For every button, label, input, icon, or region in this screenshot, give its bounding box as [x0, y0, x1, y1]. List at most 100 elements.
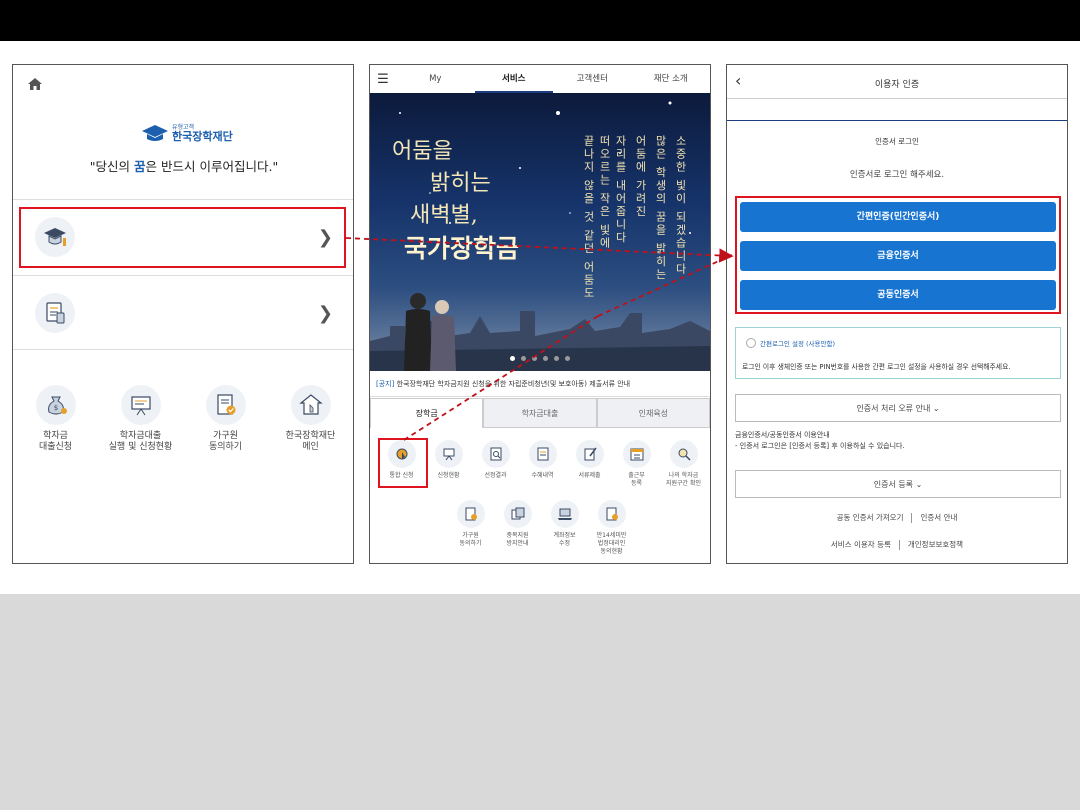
slogan-post: 은 반드시 이루어집니다." — [145, 159, 279, 174]
service-attendance[interactable]: 출근부 등록 — [613, 440, 660, 488]
import-cert-link[interactable]: 공동 인증서 가져오기 — [837, 513, 904, 522]
sub-tabs: 장학금 학자금대출 인재육성 — [370, 398, 710, 428]
service-icon-grid-row2: 가구원 동의하기 중복지원 방지안내 계좌정보 수정 만14세미만 법정대리인 … — [447, 500, 635, 556]
check-circle-icon[interactable] — [746, 338, 756, 348]
service-duplicate-guide[interactable]: 중복지원 방지안내 — [494, 500, 541, 556]
banner-vertical-text: 어둠에 가려진 — [634, 135, 647, 219]
divider — [13, 349, 353, 350]
auth-header: ‹ 이용자 인증 — [727, 65, 1067, 99]
quick-item-loan-apply[interactable]: $ 학자금 대출신청 — [13, 385, 98, 453]
calendar-icon — [622, 440, 651, 468]
service-status[interactable]: 신청현황 — [425, 440, 472, 488]
cert-register-label: 인증서 등록 — [873, 480, 914, 489]
links-row-1: 공동 인증서 가져오기 인증서 안내 — [727, 512, 1067, 523]
service-user-register-link[interactable]: 서비스 이용자 등록 — [831, 540, 891, 549]
chevron-right-icon: ❯ — [317, 303, 333, 324]
service-label: 중복지원 방지안내 — [506, 532, 529, 547]
cert-guide-link[interactable]: 인증서 안내 — [920, 513, 957, 522]
links-row-2: 서비스 이용자 등록 개인정보보호정책 — [727, 539, 1067, 550]
slogan-highlight: 꿈 — [134, 159, 146, 174]
slogan-pre: "당신의 — [89, 159, 135, 174]
tab-my[interactable]: My — [396, 65, 475, 93]
document-check-icon — [456, 500, 485, 528]
service-label: 수혜내역 — [531, 472, 554, 479]
simple-login-setting[interactable]: 간편로그인 설정 (사용안함) 로그인 이후 생체인증 또는 PIN번호를 사용… — [735, 327, 1061, 379]
chevron-down-icon: ⌄ — [932, 404, 940, 413]
banner-vertical-text: 소중한 빛이 되겠습니다 — [674, 135, 687, 276]
quick-label: 학자금대출 실행 및 신청현황 — [108, 431, 173, 452]
subtab-scholarship[interactable]: 장학금 — [370, 398, 484, 428]
cert-info-title: 금융인증서/공동인증서 이용안내 — [735, 431, 830, 439]
banner-line: 밝히는 — [430, 171, 491, 196]
presentation-board-icon — [434, 440, 463, 468]
service-documents[interactable]: 서류제출 — [566, 440, 613, 488]
loan-menu-row[interactable]: ❯ — [13, 279, 353, 349]
promo-banner[interactable]: 어둠을 밝히는 새벽별, 국가장학금 소중한 빛이 되겠습니다 많은 학생의 꿈… — [370, 93, 710, 371]
search-document-icon — [481, 440, 510, 468]
hamburger-menu-icon[interactable]: ☰ — [370, 72, 396, 87]
copy-documents-icon — [503, 500, 532, 528]
slogan: "당신의 꿈은 반드시 이루어집니다." — [13, 156, 353, 175]
notice-text: 한국장학재단 학자금지원 신청을 위한 자립준비청년(및 보호아동) 제출서류 … — [394, 380, 631, 388]
quick-item-household-consent[interactable]: 가구원 동의하기 — [183, 385, 268, 453]
service-household-consent[interactable]: 가구원 동의하기 — [447, 500, 494, 556]
subtab-loan[interactable]: 학자금대출 — [483, 398, 597, 428]
service-label: 출근부 등록 — [628, 472, 645, 487]
banner-vertical-text: 떠오르는 작은 빛에 — [598, 135, 611, 250]
document-list-icon — [528, 440, 557, 468]
service-my-bracket[interactable]: 나의 학자금 지원구간 확인 — [660, 440, 707, 488]
header-underline — [727, 99, 1067, 121]
notice-bar[interactable]: [공지] 한국장학재단 학자금지원 신청을 위한 자립준비청년(및 보호아동) … — [370, 371, 710, 397]
service-screen: ☰ My 서비스 고객센터 재단 소개 어둠을 밝히는 새벽별, 국가장학금 소… — [369, 64, 711, 564]
banner-line: 어둠을 — [392, 139, 453, 164]
graduation-cap-logo-icon — [142, 125, 168, 141]
chevron-down-icon: ⌄ — [915, 480, 923, 489]
cert-register-button[interactable]: 인증서 등록 ⌄ — [735, 470, 1061, 498]
simple-login-desc: 로그인 이후 생체인증 또는 PIN번호를 사용한 간편 로그인 설정을 사용하… — [742, 363, 1011, 371]
top-black-bar — [0, 0, 1080, 41]
quick-menu-grid: $ 학자금 대출신청 학자금대출 실행 및 신청현황 가구원 동의하기 한국장학… — [13, 385, 353, 453]
notice-tag: [공지] — [376, 380, 395, 388]
logo-main-text: 한국장학재단 — [172, 129, 233, 143]
banner-headline: 국가장학금 — [404, 234, 520, 263]
cert-error-guide-button[interactable]: 인증서 처리 오류 안내 ⌄ — [735, 394, 1061, 422]
app-home-screen: 유형고객 한국장학재단 "당신의 꿈은 반드시 이루어집니다." ❯ ❯ $ 학… — [12, 64, 354, 564]
tab-customer-center[interactable]: 고객센터 — [553, 65, 632, 93]
service-label: 만14세미만 법정대리인 동의현황 — [596, 532, 627, 555]
magnifier-icon — [669, 440, 698, 468]
tab-about[interactable]: 재단 소개 — [632, 65, 711, 93]
document-check-icon — [597, 500, 626, 528]
service-account-edit[interactable]: 계좌정보 수정 — [541, 500, 588, 556]
banner-vertical-text: 끝나지 않을 것 같던 어둠도 — [582, 135, 595, 300]
kosaf-logo: 유형고객 한국장학재단 — [141, 123, 233, 143]
quick-label: 가구원 동의하기 — [208, 431, 243, 452]
cert-error-label: 인증서 처리 오류 안내 — [856, 404, 931, 413]
banner-vertical-text: 많은 학생의 꿈을 밝히는 — [654, 135, 667, 282]
divider — [13, 199, 353, 200]
quick-item-loan-status[interactable]: 학자금대출 실행 및 신청현황 — [98, 385, 183, 453]
tab-service[interactable]: 서비스 — [474, 65, 553, 93]
cert-info-text: - 인증서 로그인은 [인증서 등록] 후 이용하실 수 있습니다. — [735, 442, 905, 450]
document-check-icon — [205, 385, 246, 425]
service-history[interactable]: 수혜내역 — [519, 440, 566, 488]
section-title: 인증서 로그인 — [875, 137, 919, 146]
simple-login-label: 간편로그인 설정 (사용안함) — [760, 340, 835, 348]
highlight-scholarship-row — [19, 207, 346, 268]
home-icon[interactable] — [27, 77, 43, 91]
cert-info: 금융인증서/공동인증서 이용안내 - 인증서 로그인은 [인증서 등록] 후 이… — [735, 430, 905, 452]
service-result[interactable]: 선정결과 — [472, 440, 519, 488]
carousel-dots[interactable] — [370, 346, 710, 365]
quick-item-kosaf-main[interactable]: 한국장학재단 메인 — [268, 385, 353, 453]
service-label: 계좌정보 수정 — [553, 532, 576, 547]
quick-label: 한국장학재단 메인 — [285, 431, 336, 452]
presentation-board-icon — [120, 385, 161, 425]
home-touch-icon — [290, 385, 331, 425]
banner-title: 어둠을 밝히는 새벽별, 국가장학금 — [392, 133, 519, 265]
auth-description: 인증서로 로그인 해주세요. — [849, 170, 945, 180]
bottom-gray-band — [0, 594, 1080, 810]
privacy-policy-link[interactable]: 개인정보보호정책 — [908, 540, 963, 549]
subtab-talent[interactable]: 인재육성 — [596, 398, 710, 428]
pen-document-icon — [575, 440, 604, 468]
page-title: 이용자 인증 — [874, 80, 920, 90]
service-guardian-consent[interactable]: 만14세미만 법정대리인 동의현황 — [588, 500, 635, 556]
